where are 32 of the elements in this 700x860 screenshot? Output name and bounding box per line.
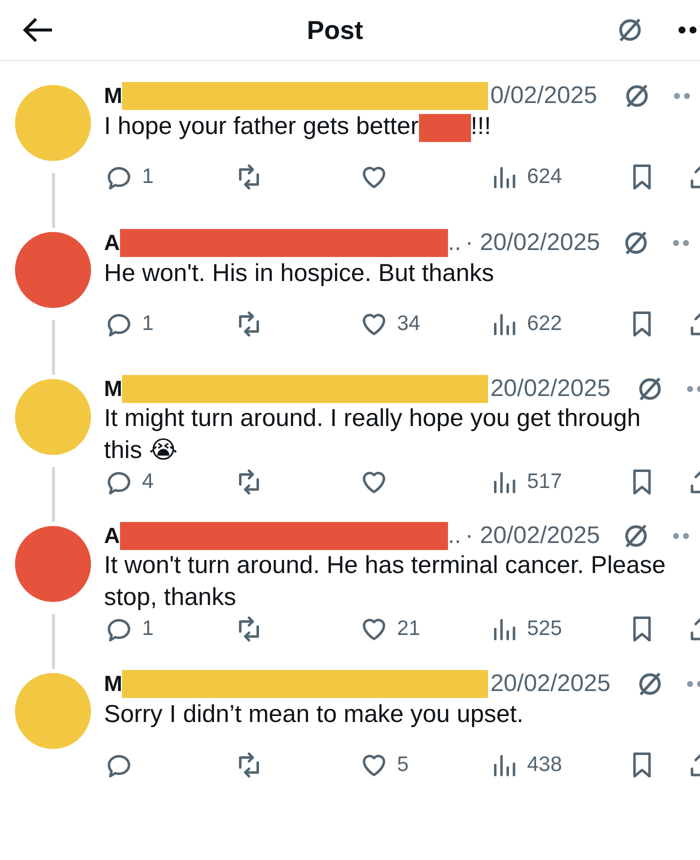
reply-count: 1 — [142, 617, 154, 641]
like-count: 21 — [397, 617, 420, 641]
reply-text: It might turn around. I really hope you get through this 😭 — [104, 404, 642, 466]
reply-text: He won't. His in hospice. But thanks — [104, 259, 496, 289]
crying-emoji-icon: 😭 — [148, 437, 178, 464]
post-date: · 20/02/2025 — [465, 229, 600, 257]
view-count: 525 — [527, 617, 562, 641]
view-count: 517 — [527, 470, 562, 494]
view-count: 438 — [527, 753, 562, 777]
name-ellipsis: .. — [448, 229, 462, 257]
like-count: 34 — [397, 312, 420, 336]
reply-text: Sorry I didn’t mean to make you upset. — [104, 700, 524, 730]
reply-count: 1 — [142, 165, 154, 189]
author-initial: A — [104, 230, 120, 256]
view-count: 624 — [527, 165, 562, 189]
post-date: 20/02/2025 — [490, 670, 610, 698]
header-title: Post — [306, 14, 364, 46]
view-count: 622 — [527, 312, 562, 336]
author-initial: A — [104, 523, 120, 549]
reply-count: 4 — [142, 470, 154, 494]
post-date: 20/02/2025 — [490, 375, 610, 403]
back-arrow-icon[interactable] — [22, 16, 54, 44]
reply-count: 1 — [142, 312, 154, 336]
post-date: · 20/02/2025 — [465, 522, 600, 550]
reply-text: It won't turn around. He has terminal cancer. Please stop, thanks — [104, 551, 667, 613]
author-initial: M — [104, 376, 122, 402]
post-date: 0/02/2025 — [490, 82, 598, 110]
reply-text: I hope your father gets better !!! — [104, 112, 492, 143]
name-ellipsis: .. — [448, 522, 462, 550]
like-count: 5 — [397, 753, 409, 777]
author-initial: M — [104, 83, 122, 109]
author-initial: M — [104, 671, 122, 697]
